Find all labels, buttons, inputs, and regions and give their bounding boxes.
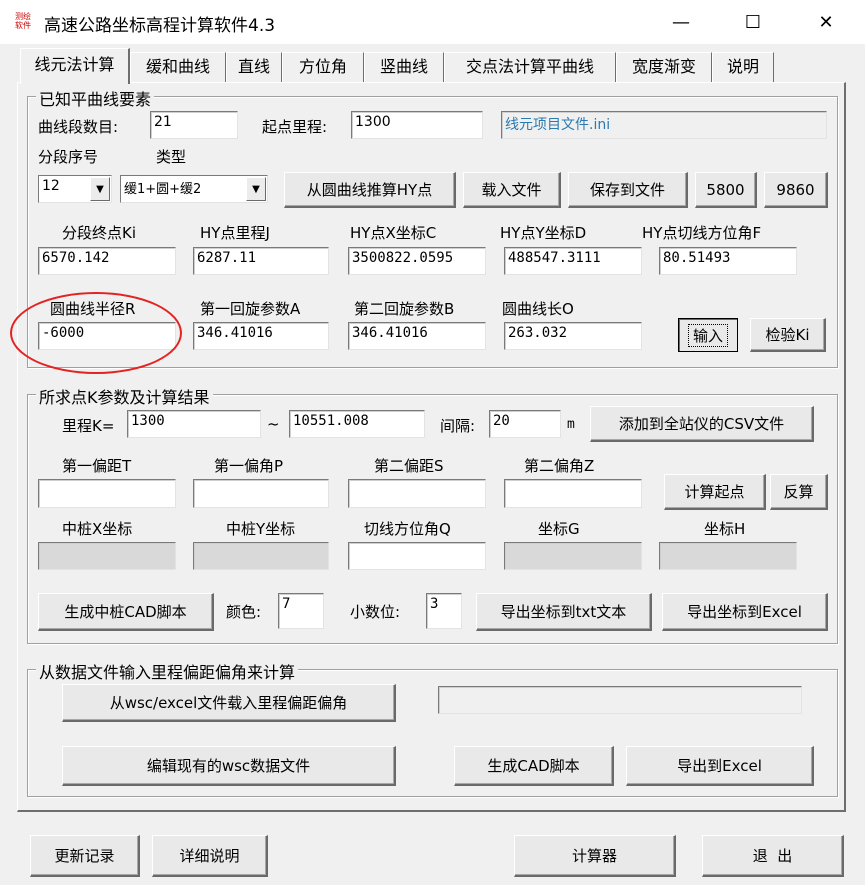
reverse-calc-button[interactable]: 反算 (770, 474, 828, 510)
o-field[interactable]: 263.032 (504, 322, 642, 350)
project-file-field[interactable]: 线元项目文件.ini (501, 111, 827, 139)
detail-button[interactable]: 详细说明 (152, 835, 268, 877)
calculator-button[interactable]: 计算器 (514, 835, 676, 877)
tab-jiaodian[interactable]: 交点法计算平曲线 (444, 52, 616, 82)
minimize-button[interactable]: — (652, 0, 710, 44)
type-select[interactable]: 缓1+圆+缓2 ▼ (120, 175, 268, 203)
ki-field[interactable]: 6570.142 (38, 247, 176, 275)
a-field[interactable]: 346.41016 (193, 322, 329, 350)
g-field[interactable] (504, 542, 642, 570)
col-s-label: 第二偏距S (374, 457, 444, 475)
b-field[interactable]: 346.41016 (348, 322, 486, 350)
col-g-label: 坐标G (538, 520, 580, 538)
tab-shuoming[interactable]: 说明 (712, 52, 774, 82)
t-field[interactable] (38, 479, 176, 508)
highlight-circle (10, 292, 182, 374)
input-button[interactable]: 输入 (678, 318, 738, 352)
col-a-label: 第一回旋参数A (200, 300, 301, 318)
edit-wsc-button[interactable]: 编辑现有的wsc数据文件 (62, 746, 396, 786)
tab-fangweijiao[interactable]: 方位角 (282, 52, 364, 82)
input-button-label: 输入 (687, 323, 728, 347)
exit-button[interactable]: 退 出 (702, 835, 844, 877)
type-value: 缓1+圆+缓2 (124, 182, 202, 197)
title-bar: 测绘软件 高速公路坐标高程计算软件4.3 — ☐ ✕ (0, 0, 865, 44)
col-x-label: 中桩X坐标 (62, 520, 133, 538)
segment-count-label: 曲线段数目: (38, 118, 119, 136)
maximize-button[interactable]: ☐ (724, 0, 782, 44)
export-to-excel-button[interactable]: 导出到Excel (626, 746, 814, 786)
s-field[interactable] (348, 479, 486, 508)
wsc-path-field[interactable] (438, 686, 802, 714)
k-label: 里程K= (62, 417, 115, 435)
d-field[interactable]: 488547.3111 (504, 247, 642, 275)
color-field[interactable]: 7 (278, 593, 324, 629)
tab-kuandu[interactable]: 宽度渐变 (616, 52, 712, 82)
btn-9860[interactable]: 9860 (764, 172, 828, 208)
known-elements-title: 已知平曲线要素 (36, 86, 155, 110)
h-field[interactable] (659, 542, 797, 570)
tab-huanhe[interactable]: 缓和曲线 (130, 52, 226, 82)
col-q-label: 切线方位角Q (364, 520, 451, 538)
load-file-button[interactable]: 载入文件 (463, 172, 561, 208)
add-csv-button[interactable]: 添加到全站仪的CSV文件 (590, 406, 814, 442)
segment-no-select[interactable]: 12 ▼ (38, 175, 112, 203)
app-icon: 测绘软件 (15, 12, 31, 30)
col-d-label: HY点Y坐标D (500, 224, 587, 242)
segment-no-label: 分段序号 (38, 148, 99, 166)
z-field[interactable] (504, 479, 642, 508)
start-mileage-field[interactable]: 1300 (351, 111, 483, 139)
col-o-label: 圆曲线长O (502, 300, 574, 318)
y-coord-field[interactable] (193, 542, 329, 570)
chevron-down-icon[interactable]: ▼ (246, 177, 266, 201)
export-excel-button[interactable]: 导出坐标到Excel (662, 593, 828, 631)
col-y-label: 中桩Y坐标 (226, 520, 296, 538)
x-coord-field[interactable] (38, 542, 176, 570)
segment-count-field[interactable]: 21 (150, 111, 238, 139)
q-field[interactable] (348, 542, 486, 570)
gen-cad-button[interactable]: 生成中桩CAD脚本 (38, 593, 214, 631)
calc-start-button[interactable]: 计算起点 (664, 474, 766, 510)
color-label: 颜色: (226, 603, 262, 621)
chevron-down-icon[interactable]: ▼ (90, 177, 110, 201)
segment-no-value: 12 (42, 178, 60, 194)
decimal-label: 小数位: (350, 603, 401, 621)
interval-label: 间隔: (440, 417, 476, 435)
p-field[interactable] (193, 479, 329, 508)
export-txt-button[interactable]: 导出坐标到txt文本 (476, 593, 652, 631)
c-field[interactable]: 3500822.0595 (348, 247, 486, 275)
decimal-field[interactable]: 3 (426, 593, 462, 629)
col-f-label: HY点切线方位角F (642, 224, 762, 242)
calc-group-title: 所求点K参数及计算结果 (36, 384, 213, 408)
save-file-button[interactable]: 保存到文件 (568, 172, 688, 208)
window-title: 高速公路坐标高程计算软件4.3 (44, 16, 276, 36)
close-button[interactable]: ✕ (797, 0, 855, 44)
type-label: 类型 (156, 148, 187, 166)
start-mileage-label: 起点里程: (262, 118, 328, 136)
col-b-label: 第二回旋参数B (354, 300, 455, 318)
unit-m-label: m (567, 417, 575, 432)
col-t-label: 第一偏距T (62, 457, 132, 475)
file-group-title: 从数据文件输入里程偏距偏角来计算 (36, 659, 299, 683)
k-from-field[interactable]: 1300 (127, 410, 261, 438)
check-ki-button[interactable]: 检验Ki (750, 318, 826, 352)
col-c-label: HY点X坐标C (350, 224, 437, 242)
col-p-label: 第一偏角P (214, 457, 284, 475)
k-to-field[interactable]: 10551.008 (289, 410, 425, 438)
interval-field[interactable]: 20 (489, 410, 561, 438)
btn-5800[interactable]: 5800 (695, 172, 757, 208)
j-field[interactable]: 6287.11 (193, 247, 329, 275)
tilde-label: ~ (267, 415, 280, 433)
col-ki-label: 分段终点Ki (62, 224, 137, 242)
tab-xianyuan[interactable]: 线元法计算 (20, 48, 130, 84)
gen-cad-script-button[interactable]: 生成CAD脚本 (454, 746, 614, 786)
f-field[interactable]: 80.51493 (659, 247, 797, 275)
tab-shuquxian[interactable]: 竖曲线 (364, 52, 444, 82)
col-j-label: HY点里程J (200, 224, 270, 242)
load-wsc-button[interactable]: 从wsc/excel文件载入里程偏距偏角 (62, 684, 396, 722)
calc-hy-button[interactable]: 从圆曲线推算HY点 (284, 172, 456, 208)
update-log-button[interactable]: 更新记录 (30, 835, 140, 877)
col-z-label: 第二偏角Z (524, 457, 595, 475)
tab-zhixian[interactable]: 直线 (226, 52, 282, 82)
col-h-label: 坐标H (704, 520, 746, 538)
